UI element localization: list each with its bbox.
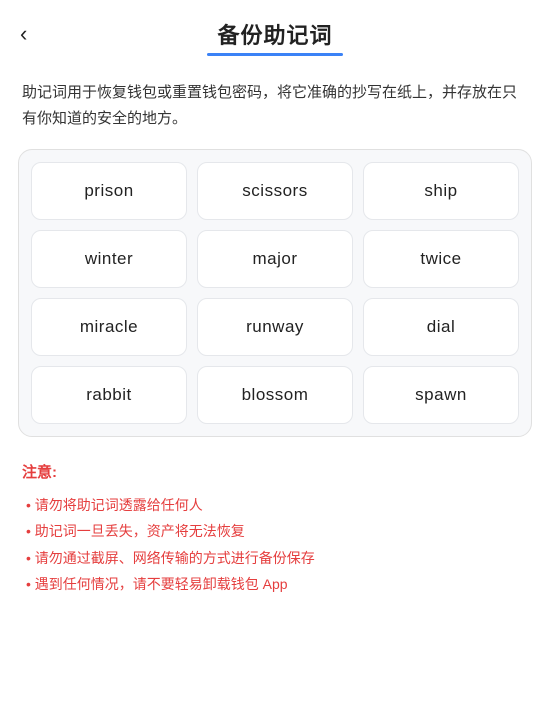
mnemonic-grid-container: prisonscissorsship wintermajortwice miracl… — [18, 149, 532, 437]
notice-section: 注意: • 请勿将助记词透露给任何人• 助记词一旦丢失，资产将无法恢复• 请勿通… — [0, 437, 550, 618]
notice-item-1: • 请勿将助记词透露给任何人 — [22, 492, 528, 519]
description-text: 助记词用于恢复钱包或重置钱包密码，将它准确的抄写在纸上，并存放在只有你知道的安全… — [0, 60, 550, 149]
notice-item-2: • 助记词一旦丢失，资产将无法恢复 — [22, 518, 528, 545]
mnemonic-word-8: runway — [197, 298, 353, 356]
back-button[interactable]: ‹ — [20, 23, 27, 45]
mnemonic-word-10: rabbit — [31, 366, 187, 424]
mnemonic-grid: prisonscissorsship wintermajortwice miracl… — [31, 162, 519, 424]
notice-item-4: • 遇到任何情况，请不要轻易卸载钱包 App — [22, 571, 528, 598]
mnemonic-word-9: dial — [363, 298, 519, 356]
notice-title: 注意: — [22, 461, 528, 482]
mnemonic-word-3: ship — [363, 162, 519, 220]
mnemonic-word-2: scissors — [197, 162, 353, 220]
mnemonic-word-6: twice — [363, 230, 519, 288]
page-title: 备份助记词 — [217, 18, 332, 50]
mnemonic-word-12: spawn — [363, 366, 519, 424]
mnemonic-word-7: miracle — [31, 298, 187, 356]
mnemonic-word-11: blossom — [197, 366, 353, 424]
header: ‹ 备份助记词 — [0, 0, 550, 60]
mnemonic-word-1: prison — [31, 162, 187, 220]
notice-item-3: • 请勿通过截屏、网络传输的方式进行备份保存 — [22, 545, 528, 572]
mnemonic-word-4: winter — [31, 230, 187, 288]
mnemonic-word-5: major — [197, 230, 353, 288]
